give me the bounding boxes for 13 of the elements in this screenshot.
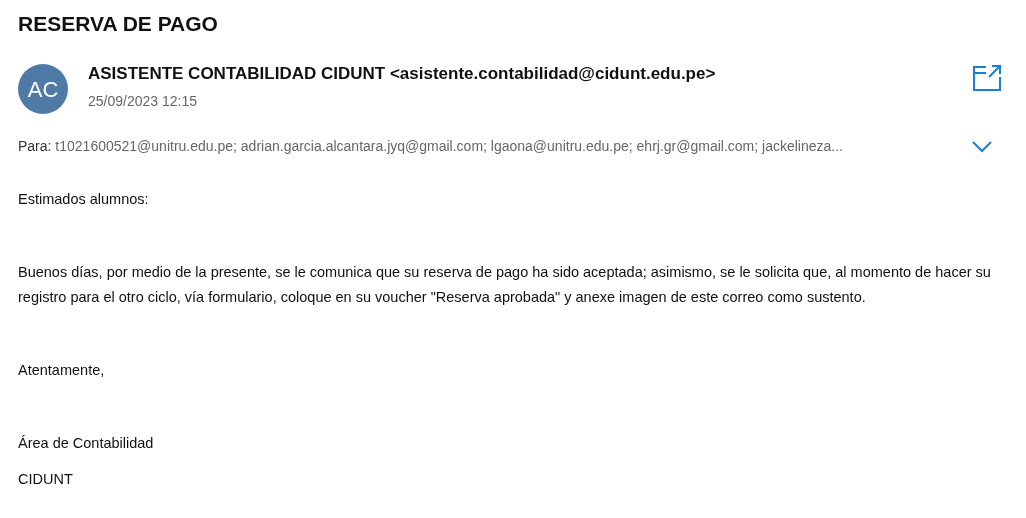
- body-paragraph: Área de Contabilidad: [18, 434, 155, 453]
- recipients-label: Para:: [18, 138, 52, 154]
- popout-icon[interactable]: [972, 64, 1002, 92]
- body-paragraph: Estimados alumnos:: [18, 190, 150, 209]
- sent-date: 25/09/2023 12:15: [88, 92, 198, 111]
- body-paragraph: Atentamente,: [18, 361, 106, 380]
- chevron-down-icon[interactable]: [972, 140, 992, 153]
- sender-name: ASISTENTE CONTABILIDAD CIDUNT <asistente.contabilidad@cidunt.edu.pe>: [88, 63, 717, 85]
- avatar: AC: [18, 64, 68, 114]
- recipients-list: t1021600521@unitru.edu.pe; adrian.garcia.alcantara.jyq@gmail.com; lgaona@unitru.edu.pe; ehrj.gr@gmail.com; jackelineza...: [55, 138, 843, 154]
- body-paragraph: Buenos días, por medio de la presente, se le comunica que su reserva de pago ha sido aceptada; asimismo, se le solicita que, al momento de hacer su registro para el otro ciclo, vía formulario, coloque en su voucher "Reserva aprobada" y anexe imagen de este correo como sustento.: [18, 263, 992, 307]
- body-paragraph: CIDUNT: [18, 470, 74, 489]
- email-subject: RESERVA DE PAGO: [18, 11, 219, 37]
